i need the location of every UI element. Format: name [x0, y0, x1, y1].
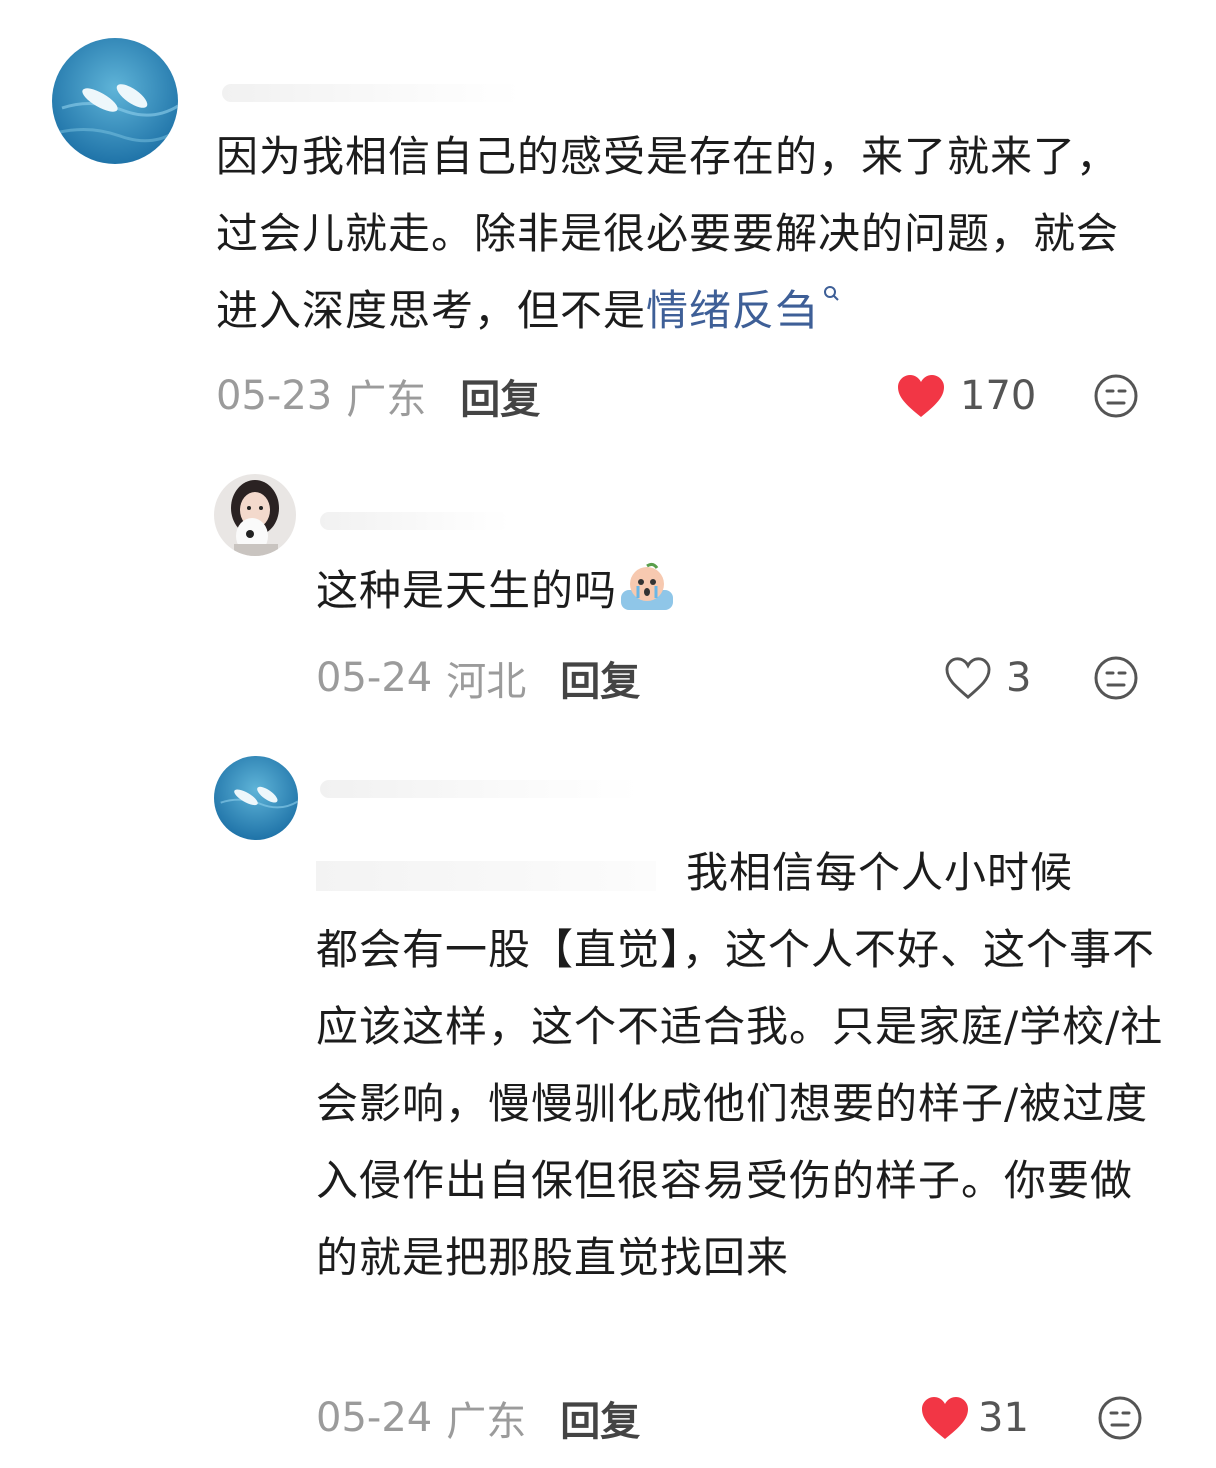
avatar[interactable]: [52, 38, 178, 164]
like-count: 31: [978, 1395, 1029, 1441]
heart-icon: [922, 1397, 968, 1439]
heart-outline-icon: [945, 657, 991, 700]
username-blurred: [320, 780, 640, 798]
comment-text: 这种是天生的吗: [316, 552, 1156, 629]
like-count: 3: [1006, 655, 1032, 701]
comment-text: 因为我相信自己的感受是存在的，来了就来了，过会儿就走。除非是很必要要解决的问题，…: [216, 132, 1120, 335]
like-count: 170: [960, 373, 1037, 419]
dolphin-avatar-icon: [52, 38, 178, 164]
dislike-face-icon[interactable]: [1092, 654, 1140, 702]
username-blurred: [222, 84, 522, 102]
reply-button[interactable]: 回复: [560, 1389, 640, 1447]
search-icon: [824, 286, 839, 301]
comment-region: 广东: [446, 1399, 527, 1445]
like-button[interactable]: 170: [896, 366, 1036, 426]
heart-icon: [898, 375, 944, 417]
crying-emoji-icon: [621, 562, 674, 610]
dislike-face-icon[interactable]: [1096, 1394, 1144, 1442]
topic-link[interactable]: 情绪反刍: [646, 286, 818, 335]
comment-region: 广东: [346, 377, 427, 423]
comment-date: 05-23: [216, 373, 333, 419]
redacted-mention: [316, 860, 656, 891]
like-button[interactable]: 31: [920, 1388, 1029, 1448]
dislike-face-icon[interactable]: [1092, 372, 1140, 420]
comment-region: 河北: [446, 659, 527, 705]
comment-meta: 05-24 广东 回复: [316, 1388, 640, 1448]
avatar[interactable]: [214, 756, 298, 840]
comment-text: 我相信每个人小时候 都会有一股【直觉】，这个人不好、这个事不应该这样，这个不适合我…: [316, 848, 1164, 1282]
girl-avatar-icon: [214, 474, 296, 556]
avatar[interactable]: [214, 474, 296, 556]
like-button[interactable]: 3: [944, 648, 1031, 708]
reply-button[interactable]: 回复: [460, 367, 540, 425]
comment-meta: 05-23 广东 回复: [216, 366, 540, 426]
reply-button[interactable]: 回复: [560, 649, 640, 707]
comment-date: 05-24: [316, 655, 433, 701]
comment-meta: 05-24 河北 回复: [316, 648, 640, 708]
dolphin-avatar-icon: [214, 756, 298, 840]
comment-date: 05-24: [316, 1395, 433, 1441]
username-blurred: [320, 512, 510, 530]
